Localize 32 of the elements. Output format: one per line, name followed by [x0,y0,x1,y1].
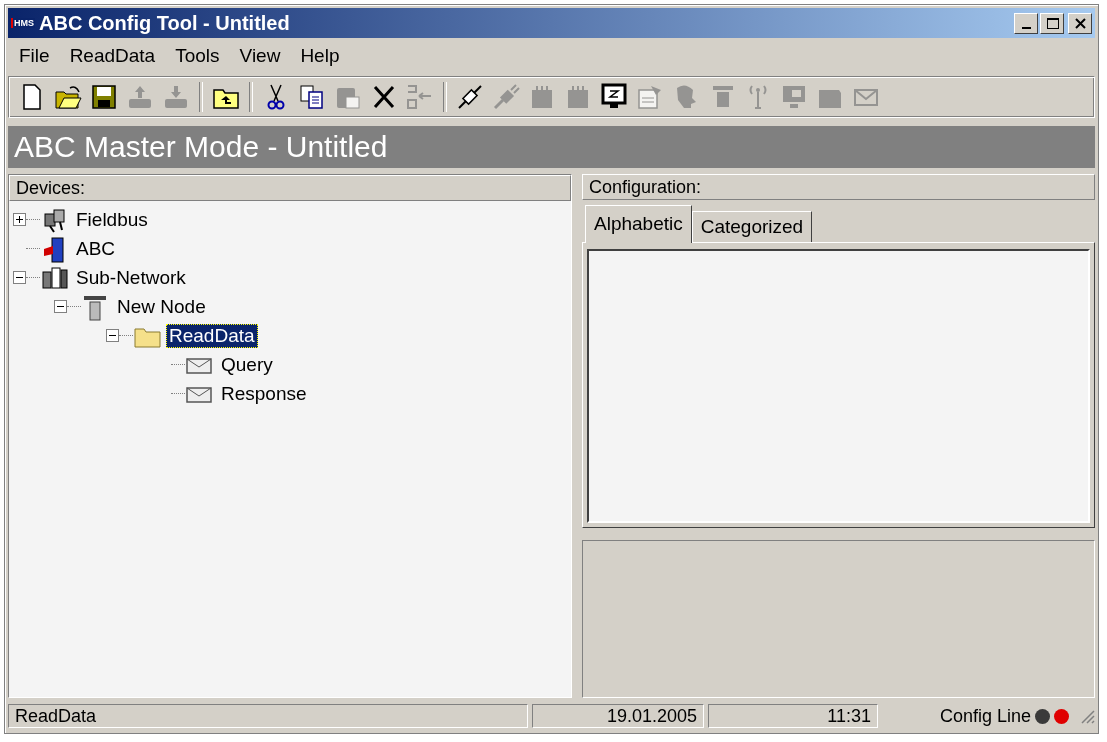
status-time: 11:31 [708,704,878,728]
status-message: ReadData [8,704,528,728]
tree-item[interactable]: New Node [114,294,209,319]
menu-item[interactable]: ReadData [62,45,163,67]
collapse-toggle[interactable] [13,271,26,284]
status-label: Config Line [939,705,1031,727]
tree-item[interactable]: Fieldbus [73,207,151,232]
resize-grip-icon [1079,708,1095,724]
maximize-button[interactable] [1040,12,1064,34]
tree-item[interactable]: Response [218,381,310,406]
menu-item[interactable]: Tools [168,45,227,67]
panel-header: Devices: [9,175,571,201]
collapse-toggle[interactable] [54,300,67,313]
tab[interactable]: Categorized [691,211,813,242]
menu-item[interactable]: Help [293,45,347,67]
minimize-button[interactable] [1014,12,1038,34]
panel-header: Configuration: [582,174,1095,200]
tree-item[interactable]: ReadData [166,323,258,348]
tree-item[interactable]: Sub-Network [73,265,189,290]
window-title: ABC Config Tool - Untitled [39,11,291,35]
tree-item[interactable]: ABC [73,236,119,261]
app-logo: HMS [11,18,35,28]
minimize-icon [1021,26,1031,29]
tree-item[interactable]: Query [218,352,276,377]
menu-item[interactable]: File [12,45,57,67]
close-button[interactable] [1068,12,1092,34]
tab[interactable]: Alphabetic [585,205,692,243]
expand-toggle[interactable] [13,213,26,226]
menu-item[interactable]: View [232,45,288,67]
status-date: 19.01.2005 [532,704,704,728]
collapse-toggle[interactable] [106,329,119,342]
mode-banner: ABC Master Mode - Untitled [8,126,1095,168]
